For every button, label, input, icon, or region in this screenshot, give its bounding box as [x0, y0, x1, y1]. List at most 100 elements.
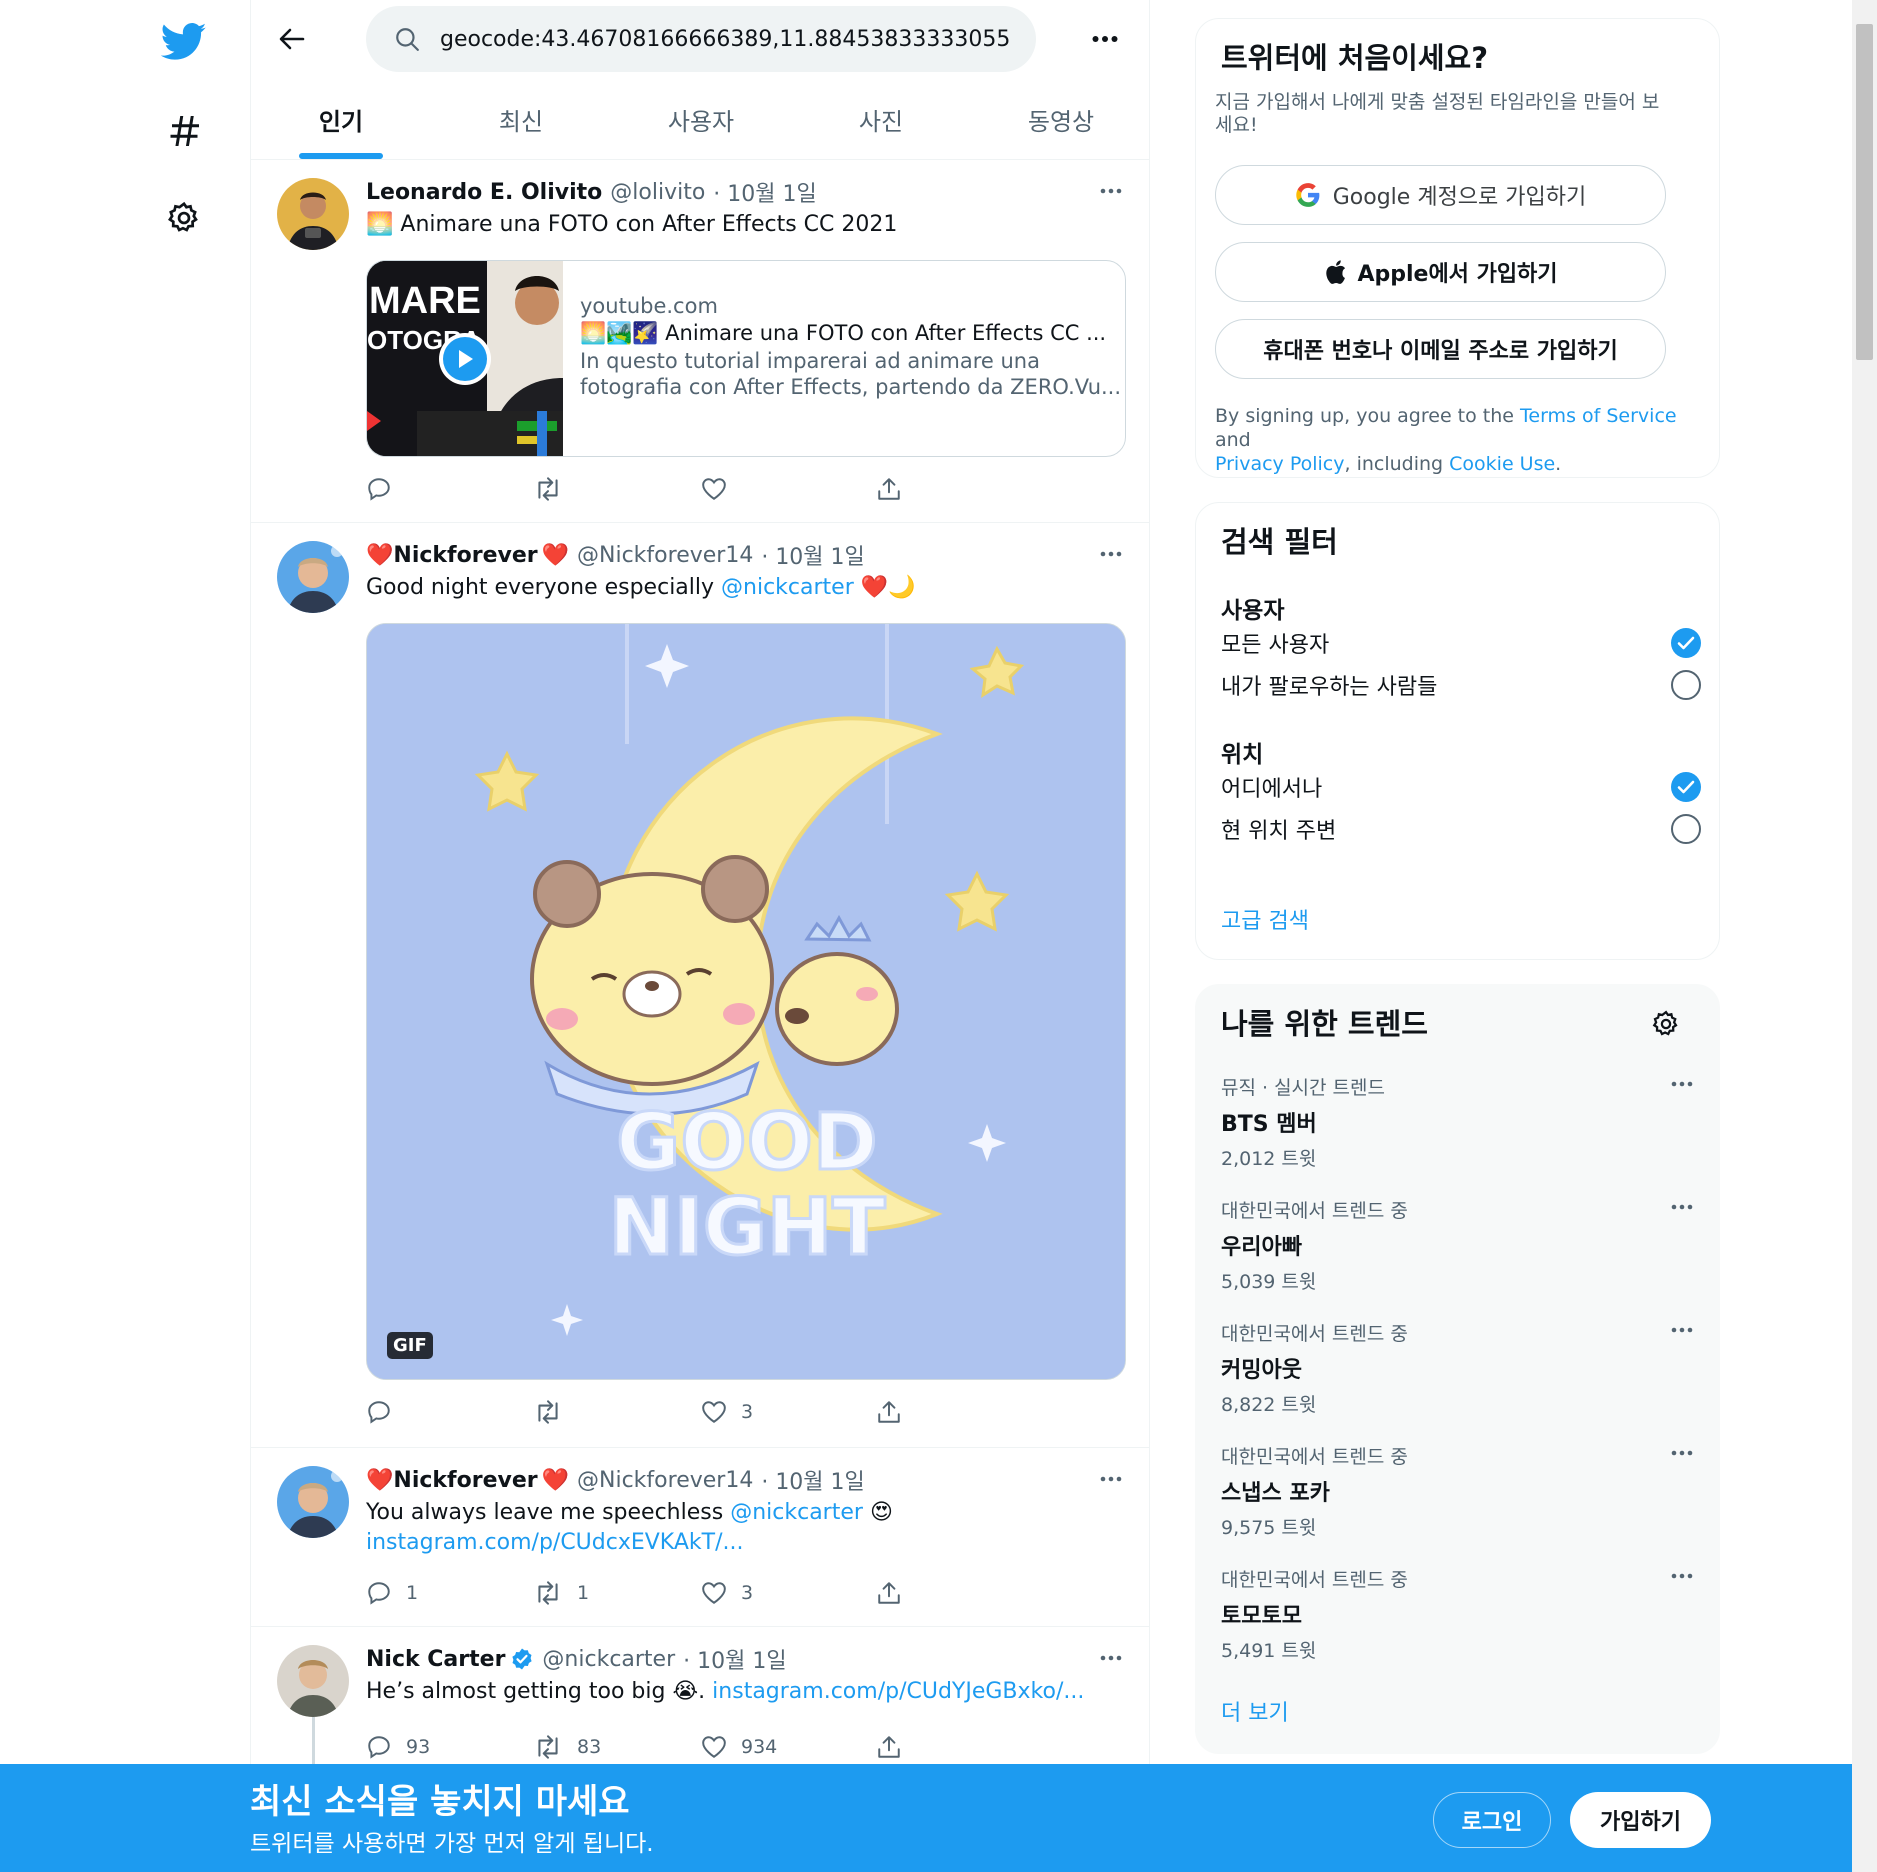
filter-option-all-users[interactable]: 모든 사용자: [1221, 627, 1701, 659]
trend-count: 2,012 트윗: [1221, 1148, 1317, 1170]
tweet-header: ❤️ Nickforever ❤️ @Nickforever14 · 10월 1…: [366, 539, 865, 571]
share-button[interactable]: [876, 1395, 902, 1429]
terms-of-service-link[interactable]: Terms of Service: [1520, 405, 1677, 427]
author-name[interactable]: Nickforever: [393, 543, 537, 568]
author-handle[interactable]: @Nickforever14: [577, 1468, 753, 1493]
tab-photos[interactable]: 사진: [791, 80, 971, 159]
signup-button[interactable]: 가입하기: [1570, 1792, 1711, 1848]
filter-option-near-you[interactable]: 현 위치 주변: [1221, 813, 1701, 845]
like-button[interactable]: [701, 472, 741, 506]
author-handle[interactable]: @Nickforever14: [577, 543, 753, 568]
share-button[interactable]: [876, 1730, 902, 1764]
mention-link[interactable]: @nickcarter: [721, 575, 854, 600]
privacy-policy-link[interactable]: Privacy Policy: [1215, 453, 1344, 475]
tweet-text: You always leave me speechless @nickcart…: [366, 1498, 893, 1528]
filter-option-anywhere[interactable]: 어디에서나: [1221, 771, 1701, 803]
instagram-link[interactable]: instagram.com/p/CUdcxEVKAkT/...: [366, 1528, 743, 1558]
trend-item[interactable]: 대한민국에서 트렌드 중 커밍아웃 8,822 트윗: [1221, 1319, 1701, 1417]
login-button[interactable]: 로그인: [1433, 1792, 1551, 1848]
tweet[interactable]: Leonardo E. Olivito @lolivito · 10월 1일 🌅…: [251, 160, 1149, 523]
tweet-date[interactable]: · 10월 1일: [761, 1464, 864, 1496]
trend-item[interactable]: 뮤직 · 실시간 트렌드 BTS 멤버 2,012 트윗: [1221, 1073, 1701, 1171]
instagram-link[interactable]: instagram.com/p/CUdYJeGBxko/...: [712, 1679, 1084, 1704]
play-button-icon[interactable]: [439, 333, 491, 385]
like-button[interactable]: 3: [701, 1395, 753, 1429]
filter-option-people-you-follow[interactable]: 내가 팔로우하는 사람들: [1221, 669, 1701, 701]
trend-more-icon[interactable]: [1671, 1327, 1693, 1333]
tweet-text-body: Animare una FOTO con After Effects CC 20…: [400, 212, 898, 237]
like-button[interactable]: 934: [701, 1730, 777, 1764]
retweet-icon: [538, 1400, 558, 1424]
checked-radio-icon[interactable]: [1671, 628, 1701, 658]
avatar[interactable]: [277, 541, 349, 613]
advanced-search-link[interactable]: 고급 검색: [1221, 903, 1309, 935]
tab-videos[interactable]: 동영상: [971, 80, 1149, 159]
tweet[interactable]: ❤️ Nickforever ❤️ @Nickforever14 · 10월 1…: [251, 523, 1149, 1448]
trend-more-icon[interactable]: [1671, 1450, 1693, 1456]
like-button[interactable]: 3: [701, 1576, 753, 1610]
search-input[interactable]: [440, 26, 1010, 52]
tweet[interactable]: ❤️ Nickforever ❤️ @Nickforever14 · 10월 1…: [251, 1448, 1149, 1627]
reply-button[interactable]: 93: [366, 1730, 430, 1764]
trend-category: 대한민국에서 트렌드 중: [1221, 1200, 1408, 1222]
author-handle[interactable]: @lolivito: [610, 180, 705, 205]
trend-item[interactable]: 대한민국에서 트렌드 중 스냅스 포카 9,575 트윗: [1221, 1442, 1701, 1540]
author-name[interactable]: Leonardo E. Olivito: [366, 180, 602, 205]
tab-latest[interactable]: 최신: [431, 80, 611, 159]
trend-category: 대한민국에서 트렌드 중: [1221, 1323, 1408, 1345]
tweet-date[interactable]: · 10월 1일: [683, 1643, 786, 1675]
trends-settings-gear-icon[interactable]: [1651, 1009, 1681, 1039]
cookie-use-link[interactable]: Cookie Use: [1449, 453, 1555, 475]
reply-button[interactable]: [366, 1395, 406, 1429]
trend-item[interactable]: 대한민국에서 트렌드 중 우리아빠 5,039 트윗: [1221, 1196, 1701, 1294]
more-options-icon[interactable]: [1081, 18, 1129, 60]
page-scrollbar[interactable]: [1852, 0, 1877, 1872]
unchecked-radio-icon[interactable]: [1671, 670, 1701, 700]
reply-button[interactable]: [366, 472, 406, 506]
tweet-more-icon[interactable]: [1091, 1643, 1131, 1673]
checked-radio-icon[interactable]: [1671, 772, 1701, 802]
back-arrow-icon[interactable]: [271, 18, 313, 60]
retweet-button[interactable]: [533, 1395, 577, 1429]
tweet-date[interactable]: · 10월 1일: [761, 539, 864, 571]
google-signup-button[interactable]: Google 계정으로 가입하기: [1215, 165, 1666, 225]
author-name[interactable]: Nick Carter: [366, 1647, 505, 1672]
tab-top[interactable]: 인기: [251, 80, 431, 159]
show-more-trends-link[interactable]: 더 보기: [1221, 1695, 1289, 1727]
author-handle[interactable]: @nickcarter: [542, 1647, 675, 1672]
share-icon: [878, 1582, 900, 1604]
mention-link[interactable]: @nickcarter: [730, 1500, 863, 1525]
link-card[interactable]: MARE OTOGRA youtube.com 🌅🏞️🌠 Animare una…: [366, 260, 1126, 457]
retweet-button[interactable]: [533, 472, 577, 506]
trend-more-icon[interactable]: [1671, 1081, 1693, 1087]
terms-text: and: [1215, 429, 1251, 451]
scrollbar-thumb[interactable]: [1856, 24, 1873, 360]
apple-signup-button[interactable]: Apple에서 가입하기: [1215, 242, 1666, 302]
trend-item[interactable]: 대한민국에서 트렌드 중 토모토모 5,491 트윗: [1221, 1565, 1701, 1663]
twitter-logo-icon[interactable]: [156, 14, 212, 70]
tweet-more-icon[interactable]: [1091, 539, 1131, 569]
retweet-button[interactable]: 83: [533, 1730, 601, 1764]
avatar[interactable]: [277, 1645, 349, 1717]
search-header: [251, 0, 1149, 80]
tweet-date[interactable]: · 10월 1일: [713, 176, 816, 208]
settings-gear-icon[interactable]: [156, 190, 212, 246]
explore-hashtag-icon[interactable]: [156, 103, 212, 159]
phone-email-signup-button[interactable]: 휴대폰 번호나 이메일 주소로 가입하기: [1215, 319, 1666, 379]
tweet-more-icon[interactable]: [1091, 1464, 1131, 1494]
avatar[interactable]: [277, 178, 349, 250]
share-button[interactable]: [876, 472, 902, 506]
retweet-button[interactable]: 1: [533, 1576, 589, 1610]
avatar[interactable]: [277, 1466, 349, 1538]
search-box[interactable]: [366, 6, 1036, 72]
tweet-more-icon[interactable]: [1091, 176, 1131, 206]
trend-more-icon[interactable]: [1671, 1573, 1693, 1579]
tab-people[interactable]: 사용자: [611, 80, 791, 159]
share-button[interactable]: [876, 1576, 902, 1610]
reply-button[interactable]: 1: [366, 1576, 418, 1610]
unchecked-radio-icon[interactable]: [1671, 814, 1701, 844]
author-name[interactable]: Nickforever: [393, 1468, 537, 1493]
trend-more-icon[interactable]: [1671, 1204, 1693, 1210]
link-card-thumbnail: MARE OTOGRA: [367, 261, 563, 456]
tweet-gif-media[interactable]: GOOD NIGHT GIF: [366, 623, 1126, 1380]
